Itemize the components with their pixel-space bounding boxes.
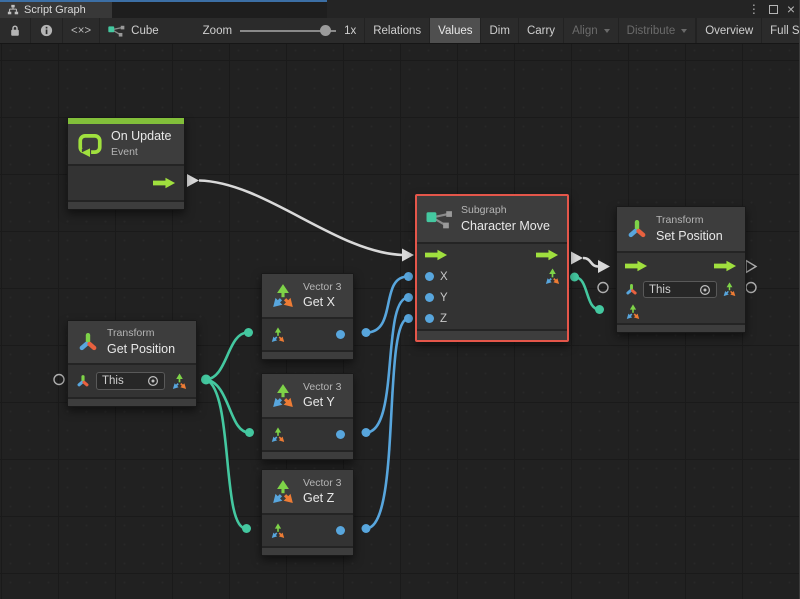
transform-icon — [77, 331, 99, 353]
dropdown-caret-icon — [681, 29, 687, 33]
dropdown-caret-icon — [604, 29, 610, 33]
vector3-input-port[interactable] — [270, 427, 286, 443]
titlebar: Script Graph ⋮ × — [0, 0, 800, 18]
node-character-move[interactable]: Subgraph Character Move X Y — [415, 194, 569, 342]
node-get-y[interactable]: Vector 3 Get Y — [261, 373, 354, 460]
zoom-slider-handle[interactable] — [320, 25, 331, 36]
node-title: On Update — [111, 128, 171, 145]
port-label-z: Z — [440, 313, 447, 325]
vector3-input-port[interactable] — [270, 327, 286, 343]
carry-button[interactable]: Carry — [519, 18, 564, 43]
button-label: Align — [572, 25, 598, 37]
code-icon: <×> — [71, 25, 91, 37]
node-title: Get Position — [107, 341, 175, 358]
node-get-x[interactable]: Vector 3 Get X — [261, 273, 354, 360]
transform-icon — [626, 218, 648, 240]
graph-icon — [7, 4, 19, 16]
zoom-control: Zoom 1x — [195, 18, 365, 43]
distribute-dropdown[interactable]: Distribute — [619, 18, 697, 43]
this-field[interactable]: This — [643, 281, 717, 298]
node-category: Transform — [656, 213, 723, 227]
vector3-output-port[interactable] — [722, 282, 737, 297]
zoom-label: Zoom — [203, 25, 232, 37]
button-label: Relations — [373, 25, 421, 37]
node-on-update[interactable]: On Update Event — [67, 117, 185, 210]
transform-input-port[interactable] — [625, 283, 638, 296]
zoom-value: 1x — [344, 25, 356, 37]
maximize-icon[interactable] — [769, 5, 778, 14]
target-picker-icon[interactable] — [699, 284, 711, 296]
node-title: Get Z — [303, 490, 342, 507]
flow-output-port[interactable] — [714, 260, 737, 272]
align-dropdown[interactable]: Align — [564, 18, 619, 43]
node-subtitle: Event — [111, 145, 171, 159]
this-field[interactable]: This — [96, 372, 165, 390]
port-label-y: Y — [440, 292, 448, 304]
node-category: Transform — [107, 326, 175, 340]
vector3-input-port[interactable] — [270, 523, 286, 539]
value-output-port[interactable] — [336, 526, 345, 535]
port-label-x: X — [440, 271, 448, 283]
tab-script-graph[interactable]: Script Graph — [0, 2, 112, 18]
vector3-output-port[interactable] — [171, 373, 188, 390]
window-menu-icon[interactable]: ⋮ — [748, 3, 760, 15]
vector3-input-port[interactable] — [625, 304, 641, 320]
relations-button[interactable]: Relations — [365, 18, 430, 43]
button-label: Dim — [489, 25, 509, 37]
vector3-icon — [271, 384, 295, 408]
transform-input-port[interactable] — [76, 374, 90, 388]
subgraph-icon — [108, 24, 125, 38]
tab-label: Script Graph — [24, 4, 86, 16]
info-button[interactable] — [31, 18, 63, 43]
subgraph-icon — [426, 209, 453, 230]
loop-event-icon — [77, 131, 103, 157]
graph-object-button[interactable]: Cube — [100, 18, 167, 43]
node-category: Subgraph — [461, 203, 550, 217]
values-button[interactable]: Values — [430, 18, 481, 43]
lock-icon — [9, 24, 21, 37]
button-label: Full Screen — [770, 25, 800, 37]
info-icon — [40, 24, 53, 37]
value-output-port[interactable] — [336, 330, 345, 339]
button-label: Carry — [527, 25, 555, 37]
dim-button[interactable]: Dim — [481, 18, 518, 43]
node-title: Set Position — [656, 228, 723, 245]
node-set-position[interactable]: Transform Set Position — [616, 206, 746, 333]
node-title: Character Move — [461, 218, 550, 235]
flow-input-port[interactable] — [625, 260, 648, 272]
vector3-icon — [271, 284, 295, 308]
close-icon[interactable]: × — [787, 2, 795, 16]
zoom-slider[interactable] — [240, 30, 336, 32]
value-output-port[interactable] — [336, 430, 345, 439]
flow-output-port[interactable] — [153, 177, 176, 189]
vector3-output-port[interactable] — [544, 268, 561, 285]
vector3-icon — [271, 480, 295, 504]
toolbar: <×> Cube Zoom 1x Relations Values Dim Ca… — [0, 18, 800, 44]
flow-output-port[interactable] — [536, 249, 559, 261]
this-value: This — [102, 375, 124, 387]
value-input-port-y[interactable] — [425, 293, 434, 302]
node-category: Vector 3 — [303, 380, 342, 394]
node-title: Get X — [303, 294, 342, 311]
button-label: Overview — [705, 25, 753, 37]
value-input-port-x[interactable] — [425, 272, 434, 281]
this-value: This — [649, 284, 671, 296]
button-label: Distribute — [627, 25, 676, 37]
node-category: Vector 3 — [303, 280, 342, 294]
script-graph-window: Script Graph ⋮ × <×> — [0, 0, 800, 599]
graph-object-label: Cube — [131, 25, 159, 37]
node-category: Vector 3 — [303, 476, 342, 490]
node-get-z[interactable]: Vector 3 Get Z — [261, 469, 354, 556]
overview-button[interactable]: Overview — [697, 18, 762, 43]
node-get-position[interactable]: Transform Get Position This — [67, 320, 197, 407]
full-screen-button[interactable]: Full Screen — [762, 18, 800, 43]
value-input-port-z[interactable] — [425, 314, 434, 323]
code-view-button[interactable]: <×> — [63, 18, 100, 43]
flow-input-port[interactable] — [425, 249, 448, 261]
button-label: Values — [438, 25, 472, 37]
target-picker-icon[interactable] — [147, 375, 159, 387]
lock-button[interactable] — [0, 18, 31, 43]
node-title: Get Y — [303, 394, 342, 411]
